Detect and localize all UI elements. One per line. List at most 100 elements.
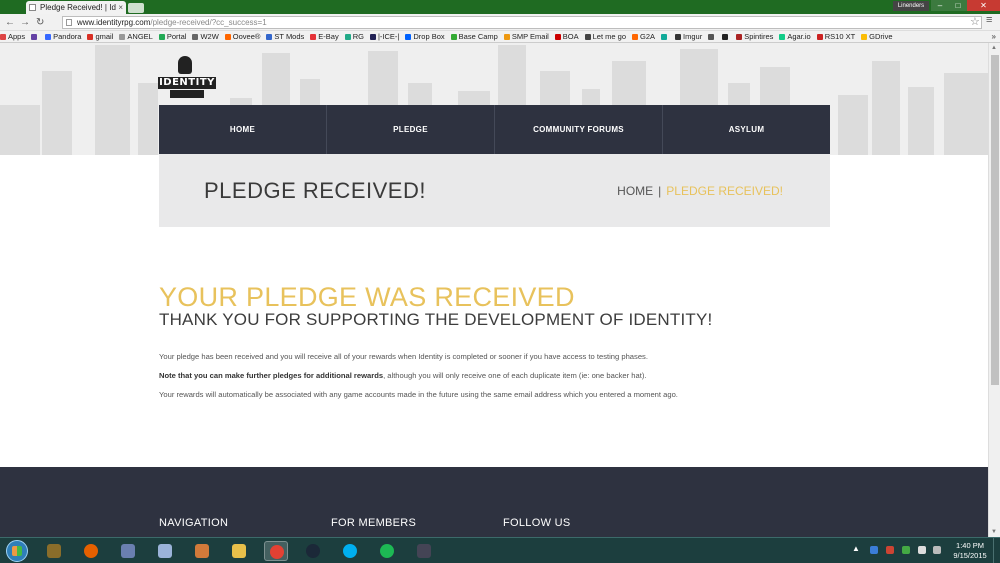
bookmark-item[interactable]: Portal	[158, 31, 187, 42]
bookmark-label: Let me go	[592, 32, 626, 41]
nav-home[interactable]: HOME	[159, 105, 327, 154]
taskbar-steam-button[interactable]	[301, 541, 325, 561]
bookmark-item[interactable]: Drop Box	[405, 31, 445, 42]
bookmark-item[interactable]	[708, 31, 716, 42]
bookmark-item[interactable]: Pandora	[45, 31, 81, 42]
bookmark-item[interactable]: SMP Email	[503, 31, 549, 42]
bookmark-favicon-icon	[369, 34, 376, 40]
bookmark-label: SMP Email	[511, 32, 549, 41]
page-scrollbar[interactable]: ▲ ▼	[988, 43, 1000, 537]
skype-icon	[343, 544, 357, 558]
bookmark-item[interactable]	[661, 31, 669, 42]
bookmarks-overflow-icon[interactable]: »	[992, 31, 996, 42]
taskbar-spotify-button[interactable]	[375, 541, 399, 561]
start-button[interactable]	[6, 540, 28, 562]
bookmark-label: Base Camp	[458, 32, 498, 41]
browser-titlebar: Pledge Received! | Id × Linenders – □ ✕	[0, 0, 1000, 14]
scroll-down-arrow-icon[interactable]: ▼	[991, 529, 997, 535]
bookmark-item[interactable]: RG	[344, 31, 364, 42]
taskbar-paint-button[interactable]	[116, 541, 140, 561]
pledge-headline: YOUR PLEDGE WAS RECEIVED	[159, 282, 575, 312]
breadcrumb-separator: |	[658, 184, 662, 198]
breadcrumb-home-link[interactable]: HOME	[617, 184, 653, 198]
pledge-paragraph-1: Your pledge has been received and you wi…	[159, 352, 648, 361]
nav-asylum[interactable]: ASYLUM	[663, 105, 830, 154]
bookmark-item[interactable]: BOA	[554, 31, 579, 42]
bookmark-item[interactable]: Imgur	[675, 31, 702, 42]
taskbar-explorer-button[interactable]	[227, 541, 251, 561]
minimize-button[interactable]: –	[931, 0, 949, 11]
new-tab-button[interactable]	[128, 3, 144, 13]
bookmark-item[interactable]: ST Mods	[266, 31, 304, 42]
bookmark-label: Pandora	[53, 32, 82, 41]
bookmark-item[interactable]	[722, 31, 730, 42]
tab-close-icon[interactable]: ×	[118, 1, 123, 14]
pledge-paragraph-3: Your rewards will automatically be assoc…	[159, 390, 678, 399]
bookmark-item[interactable]: RS10 XT	[816, 31, 855, 42]
show-desktop-button[interactable]	[993, 538, 1000, 563]
bookmark-item[interactable]: Base Camp	[450, 31, 498, 42]
nav-community-forums[interactable]: COMMUNITY FORUMS	[495, 105, 663, 154]
pledge-paragraph-2: Note that you can make further pledges f…	[159, 371, 646, 380]
bookmark-favicon-icon	[87, 34, 94, 40]
close-window-button[interactable]: ✕	[967, 0, 1000, 11]
tray-overflow-icon[interactable]: ▲	[852, 544, 860, 553]
bookmark-item[interactable]: gmail	[87, 31, 113, 42]
maximize-button[interactable]: □	[949, 0, 967, 11]
bookmark-item[interactable]: GDrive	[861, 31, 893, 42]
league-of-legends-icon	[47, 544, 61, 558]
scroll-thumb[interactable]	[991, 55, 999, 385]
bookmark-item[interactable]: Let me go	[584, 31, 626, 42]
forward-arrow-icon[interactable]: →	[20, 15, 30, 30]
taskbar-notepad-button[interactable]	[153, 541, 177, 561]
taskbar-chrome-button[interactable]	[264, 541, 288, 561]
bookmark-item[interactable]: Apps	[0, 31, 25, 42]
firefox-icon	[84, 544, 98, 558]
steam-icon	[306, 544, 320, 558]
taskbar-world-of-warships-button[interactable]	[412, 541, 436, 561]
browser-tab[interactable]: Pledge Received! | Id ×	[26, 1, 126, 14]
bookmark-favicon-icon	[266, 34, 273, 40]
taskbar-skype-button[interactable]	[338, 541, 362, 561]
address-bar[interactable]: www.identityrpg.com/pledge-received/?cc_…	[62, 16, 982, 29]
bookmark-item[interactable]	[31, 31, 39, 42]
bookmark-item[interactable]: ANGEL	[119, 31, 153, 42]
reload-icon[interactable]: ↻	[36, 15, 44, 30]
back-arrow-icon[interactable]: ←	[5, 15, 15, 30]
tab-title: Pledge Received! | Id	[40, 3, 116, 12]
bookmark-label: Imgur	[683, 32, 703, 41]
chrome-icon	[270, 545, 284, 559]
bookmark-label: RG	[352, 32, 364, 41]
nav-pledge[interactable]: PLEDGE	[327, 105, 495, 154]
system-clock[interactable]: 1:40 PM 9/15/2015	[950, 541, 990, 561]
chrome-menu-icon[interactable]: ≡	[986, 14, 992, 26]
page-info-icon[interactable]	[66, 19, 72, 26]
bookmark-star-icon[interactable]: ☆	[970, 15, 980, 28]
logo-figure-icon	[178, 56, 192, 74]
bookmark-label: Oovee®	[232, 32, 261, 41]
bookmark-item[interactable]: W2W	[192, 31, 219, 42]
bookmark-item[interactable]: Spintires	[736, 31, 773, 42]
tray-app-icon[interactable]	[870, 546, 878, 554]
breadcrumb: HOME | PLEDGE RECEIVED!	[617, 184, 783, 198]
tray-app-icon[interactable]	[886, 546, 894, 554]
taskbar-league-of-legends-button[interactable]	[42, 541, 66, 561]
bookmark-item[interactable]: Oovee®	[224, 31, 261, 42]
bookmark-item[interactable]: |-ICE-|	[369, 31, 399, 42]
profile-button[interactable]: Linenders	[893, 1, 929, 11]
bookmark-item[interactable]: G2A	[632, 31, 655, 42]
bookmark-label: Portal	[166, 32, 187, 41]
bookmark-item[interactable]: E-Bay	[310, 31, 339, 42]
taskbar-paint-palette-button[interactable]	[190, 541, 214, 561]
scroll-up-arrow-icon[interactable]: ▲	[991, 45, 997, 51]
bookmark-label: Agar.io	[787, 32, 811, 41]
identity-logo[interactable]: IDENTITY	[158, 53, 216, 101]
tray-app-icon[interactable]	[902, 546, 910, 554]
bookmark-label: E-Bay	[318, 32, 339, 41]
network-icon[interactable]	[918, 546, 926, 554]
bookmark-item[interactable]: Agar.io	[779, 31, 811, 42]
taskbar-firefox-button[interactable]	[79, 541, 103, 561]
bookmark-favicon-icon	[675, 34, 682, 40]
logo-text: IDENTITY	[158, 77, 216, 89]
volume-icon[interactable]	[933, 546, 941, 554]
